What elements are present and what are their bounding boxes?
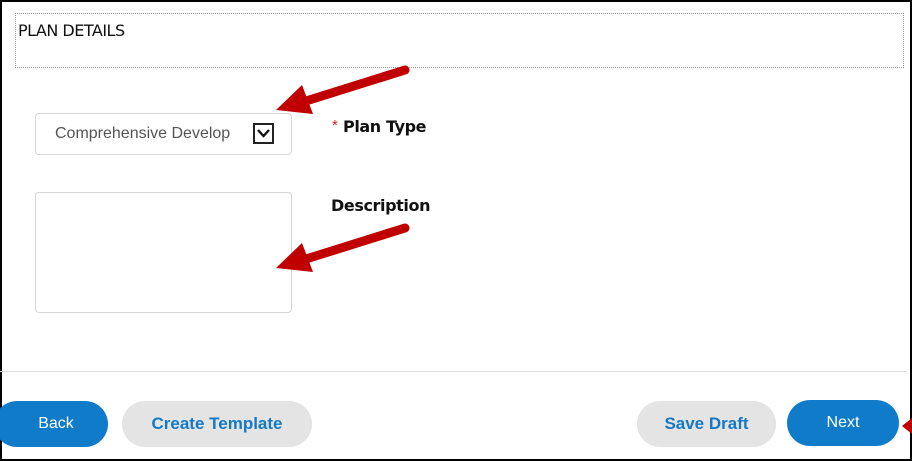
plan-type-selected-value: Comprehensive Develop xyxy=(55,125,231,142)
description-label: Description xyxy=(331,196,431,215)
section-header: PLAN DETAILS xyxy=(15,13,904,68)
description-textarea[interactable] xyxy=(35,192,292,313)
required-marker: * xyxy=(332,117,338,134)
save-draft-button[interactable]: Save Draft xyxy=(637,401,776,447)
section-title: PLAN DETAILS xyxy=(18,21,125,40)
next-button[interactable]: Next xyxy=(787,400,899,446)
plan-type-select[interactable]: Comprehensive Develop xyxy=(35,113,292,155)
footer-divider xyxy=(0,371,906,372)
back-button[interactable]: Back xyxy=(0,401,108,447)
plan-type-label: Plan Type xyxy=(343,117,427,136)
create-template-button[interactable]: Create Template xyxy=(122,401,312,447)
chevron-down-icon[interactable] xyxy=(253,123,274,144)
